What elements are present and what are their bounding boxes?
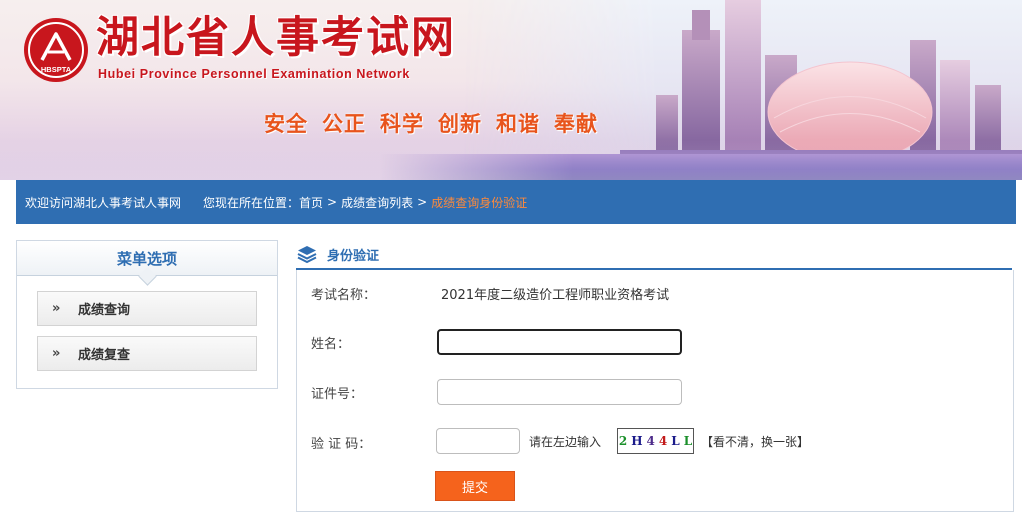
- slogan-word: 科学: [380, 111, 424, 136]
- breadcrumb-separator: >: [327, 195, 338, 209]
- captcha-image[interactable]: 2 H 4 4 L L: [617, 428, 694, 454]
- captcha-char: 2: [618, 434, 628, 448]
- id-number-label: 证件号：: [311, 387, 364, 402]
- breadcrumb-current: 成绩查询身份验证: [431, 195, 528, 210]
- captcha-char: L: [683, 434, 693, 448]
- breadcrumb-separator: >: [417, 195, 428, 209]
- panel-title: 身份验证: [327, 248, 380, 264]
- name-input[interactable]: [437, 329, 682, 355]
- exam-name-value: 2021年度二级造价工程师职业资格考试: [441, 288, 670, 303]
- exam-name-label: 考试名称：: [311, 288, 377, 303]
- site-logo-icon: HBSPTA: [24, 18, 88, 82]
- layers-icon: [297, 246, 317, 264]
- name-label: 姓名：: [311, 337, 351, 352]
- sidebar-item-score-query[interactable]: » 成绩查询: [37, 291, 257, 326]
- captcha-hint: 请在左边输入: [529, 435, 602, 449]
- top-nav-bar: 欢迎访问湖北人事考试人事网 您现在所在位置： 首页 > 成绩查询列表 > 成绩查…: [16, 180, 1016, 224]
- refresh-captcha-link[interactable]: 【看不清，换一张】: [701, 433, 809, 450]
- id-number-input[interactable]: [437, 379, 682, 405]
- sidebar-item-score-review[interactable]: » 成绩复查: [37, 336, 257, 371]
- slogan-word: 创新: [438, 111, 482, 136]
- slogan-word: 安全: [264, 111, 308, 136]
- submit-button[interactable]: 提交: [435, 471, 515, 501]
- double-chevron-right-icon: »: [52, 346, 61, 361]
- sidebar-title: 菜单选项: [17, 241, 277, 286]
- site-title: 湖北省人事考试网: [96, 13, 456, 63]
- sidebar-item-label: 成绩查询: [78, 303, 131, 318]
- slogan: 安全 公正 科学 创新 和谐 奉献: [264, 108, 598, 138]
- captcha-label: 验 证 码：: [311, 437, 372, 452]
- slogan-word: 公正: [322, 111, 366, 136]
- captcha-input[interactable]: [436, 428, 520, 454]
- sidebar-title-text: 菜单选项: [116, 250, 177, 268]
- site-subtitle: Hubei Province Personnel Examination Net…: [98, 67, 410, 81]
- slogan-word: 和谐: [496, 111, 540, 136]
- breadcrumb-score-list-link[interactable]: 成绩查询列表: [341, 194, 413, 211]
- captcha-char: H: [631, 434, 643, 448]
- breadcrumb: 您现在所在位置： 首页 > 成绩查询列表 > 成绩查询身份验证: [203, 194, 527, 211]
- header-banner: HBSPTA 湖北省人事考试网 Hubei Province Personnel…: [0, 0, 1022, 180]
- captcha-char: 4: [658, 434, 668, 448]
- location-label: 您现在所在位置：: [203, 195, 300, 210]
- captcha-char: 4: [646, 434, 655, 448]
- captcha-char: L: [671, 434, 680, 448]
- slogan-word: 奉献: [554, 111, 598, 136]
- sidebar-item-label: 成绩复查: [78, 348, 131, 363]
- double-chevron-right-icon: »: [52, 301, 61, 316]
- identity-verification-form: 考试名称： 2021年度二级造价工程师职业资格考试 姓名： 证件号： 验 证 码…: [296, 270, 1014, 512]
- sidebar-menu: 菜单选项 » 成绩查询 » 成绩复查: [16, 240, 278, 389]
- logo-text: HBSPTA: [41, 65, 72, 74]
- breadcrumb-home-link[interactable]: 首页: [299, 194, 323, 211]
- panel-header: 身份验证: [296, 240, 1012, 271]
- welcome-text: 欢迎访问湖北人事考试人事网: [25, 195, 182, 210]
